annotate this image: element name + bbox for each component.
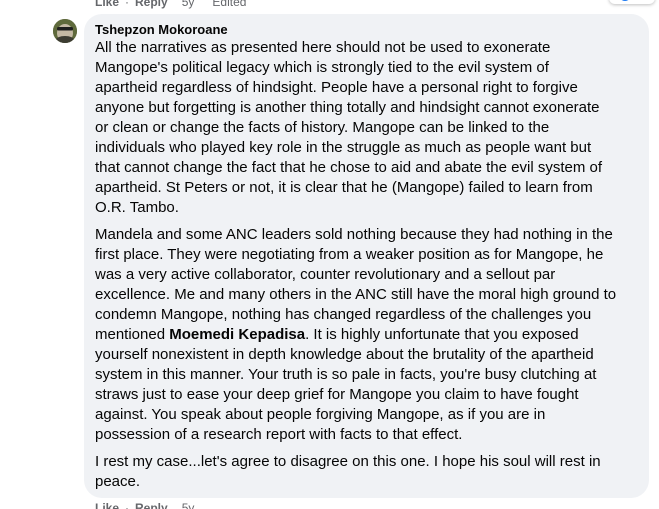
text-line: condemn Mangope, nothing has changed reg… [95,306,592,323]
text-line: Mandela and some ANC leaders sold nothin… [95,226,613,243]
text-line: O.R. Tambo. [95,199,179,216]
mention-suffix: . It is highly unfortunate that you expo… [305,326,579,343]
text-line: that cannot change the fact that he chos… [95,159,603,176]
text-line: possession of a research report with fac… [95,426,463,443]
reply-link[interactable]: Reply [135,0,168,9]
comment-actions: Like · Reply 5y [95,501,194,509]
edited-label[interactable]: Edited [212,0,246,9]
avatar[interactable] [53,19,77,43]
previous-comment-actions: Like · Reply 5y Edited [95,0,246,9]
comment-paragraph-3: I rest my case...let's agree to disagree… [95,452,637,492]
text-line-with-mention: mentioned Moemedi Kepadisa. It is highly… [95,325,637,345]
timestamp[interactable]: 5y [182,501,195,509]
comment-paragraph-2: Mandela and some ANC leaders sold nothin… [95,225,637,445]
text-line: first place. They were negotiating from … [95,246,604,263]
like-link[interactable]: Like [95,501,119,509]
comment-bubble: Tshepzon Mokoroane All the narratives as… [84,14,649,498]
text-line: All the narratives as presented here sho… [95,39,551,56]
user-mention-link[interactable]: Moemedi Kepadisa [169,326,305,343]
text-line: against. You speak about people forgivin… [95,406,546,423]
separator-dot: · [125,501,130,509]
like-link[interactable]: Like [95,0,119,9]
reply-link[interactable]: Reply [135,501,168,509]
text-line: apartheid regardless of hindsight. Peopl… [95,79,578,96]
text-line: individuals who played key role in the s… [95,139,592,156]
text-line: I rest my case...let's agree to disagree… [95,453,601,470]
text-line: peace. [95,473,141,490]
comment-author[interactable]: Tshepzon Mokoroane [95,22,637,38]
text-line: or clean or change the facts of history.… [95,119,550,136]
text-line: system in this manner. Your truth is so … [95,366,597,383]
text-line: straws just to ease your deep grief for … [95,386,579,403]
timestamp[interactable]: 5y [182,0,195,9]
text-line: yourself nonexistent in depth knowledge … [95,346,594,363]
text-line: apartheid. St Peters or not, it is clear… [95,179,593,196]
reaction-count-pill[interactable] [609,0,655,4]
comment-paragraph-1: All the narratives as presented here sho… [95,38,637,218]
text-line: was a very active collaborator, counter … [95,266,556,283]
user-avatar-icon [53,19,77,43]
separator-dot: · [125,0,130,9]
text-line: excellence. Me and many others in the AN… [95,286,617,303]
text-line: Mangope's political legacy which is stro… [95,59,549,76]
like-reaction-icon [619,0,631,1]
mention-prefix: mentioned [95,326,170,343]
text-line: anyone but forgetting is another thing t… [95,99,600,116]
